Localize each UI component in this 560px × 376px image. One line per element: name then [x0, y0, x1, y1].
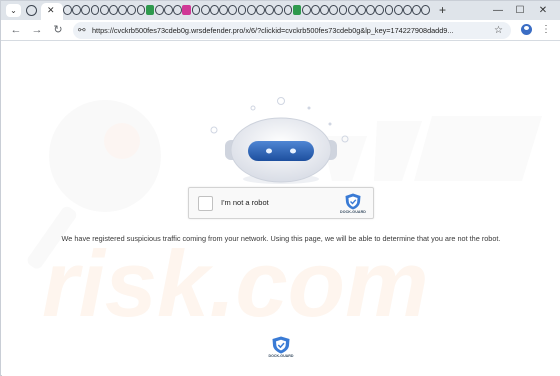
close-tab-icon[interactable]: ✕	[47, 4, 55, 17]
browser-toolbar: ← → ↻ ⚯ https://cvckrb500fes73cdeb0g.wrs…	[1, 20, 560, 41]
spinner-favicon-icon[interactable]	[63, 5, 72, 15]
spinner-favicon-icon[interactable]	[26, 5, 37, 16]
maximize-button[interactable]: ☐	[513, 3, 527, 18]
spinner-favicon-icon[interactable]	[255, 5, 265, 15]
captcha-label: I'm not a robot	[221, 198, 269, 207]
spinner-favicon-icon[interactable]	[108, 5, 118, 15]
spinner-favicon-icon[interactable]	[191, 5, 201, 15]
spinner-favicon-icon[interactable]	[136, 5, 146, 15]
spinner-favicon-icon[interactable]	[99, 5, 109, 15]
bookmark-star-icon[interactable]: ☆	[494, 24, 503, 37]
url-text[interactable]: https://cvckrb500fes73cdeb0g.wrsdefender…	[92, 25, 472, 36]
spinner-favicon-icon[interactable]	[182, 5, 192, 15]
spinner-favicon-icon[interactable]	[210, 5, 219, 15]
spinner-favicon-icon[interactable]	[393, 5, 403, 15]
spinner-favicon-icon[interactable]	[412, 5, 421, 15]
spinner-favicon-icon[interactable]	[384, 5, 394, 15]
spinner-favicon-icon[interactable]	[237, 5, 247, 15]
spinner-favicon-icon[interactable]	[347, 5, 357, 15]
spinner-favicon-icon[interactable]	[164, 5, 173, 15]
spinner-favicon-icon[interactable]	[421, 5, 431, 15]
browser-menu-button[interactable]: ⋮	[541, 23, 551, 37]
spinner-favicon-icon[interactable]	[90, 5, 100, 15]
tab-strip: ⌄ ✕ + — ☐ ✕	[1, 1, 560, 20]
spinner-favicon-icon[interactable]	[274, 5, 284, 15]
spinner-favicon-icon[interactable]	[173, 5, 183, 15]
captcha-widget: I'm not a robot DOCK-GUARD	[188, 187, 374, 219]
spinner-favicon-icon[interactable]	[219, 5, 228, 15]
spinner-favicon-icon[interactable]	[283, 5, 293, 15]
browser-window: ⌄ ✕ + — ☐ ✕ ← → ↻ ⚯ https://cvckrb500fes…	[0, 0, 560, 376]
minimize-button[interactable]: —	[491, 3, 505, 18]
new-tab-button[interactable]: +	[439, 3, 446, 18]
spinner-favicon-icon[interactable]	[72, 5, 81, 15]
page-content: risk.com I'm not a robot DOCK-GUARD We h…	[2, 41, 560, 376]
captcha-brand: DOCK-GUARD	[340, 210, 366, 214]
address-bar[interactable]: ⚯ https://cvckrb500fes73cdeb0g.wrsdefend…	[73, 22, 511, 39]
dock-guard-logo-icon	[272, 336, 290, 354]
footer-brand: DOCK-GUARD	[268, 354, 294, 358]
profile-avatar-icon[interactable]	[521, 24, 532, 35]
spinner-favicon-icon[interactable]	[154, 5, 164, 15]
dock-guard-shield-icon	[345, 193, 361, 210]
reload-button[interactable]: ↻	[51, 23, 65, 37]
spinner-favicon-icon[interactable]	[118, 5, 127, 15]
spinner-favicon-icon[interactable]	[265, 5, 274, 15]
spinner-favicon-icon[interactable]	[311, 5, 320, 15]
back-button[interactable]: ←	[9, 23, 23, 37]
spinner-favicon-icon[interactable]	[329, 5, 339, 15]
spinner-favicon-icon[interactable]	[246, 5, 256, 15]
spinner-favicon-icon[interactable]	[301, 5, 311, 15]
robot-icon	[210, 97, 349, 184]
watermark-text: risk.com	[42, 231, 429, 336]
spinner-favicon-icon[interactable]	[292, 5, 302, 15]
magnifier-watermark-icon	[49, 100, 161, 212]
spinner-favicon-icon[interactable]	[145, 5, 155, 15]
spinner-favicon-icon[interactable]	[402, 5, 412, 15]
spinner-favicon-icon[interactable]	[81, 5, 91, 15]
close-window-button[interactable]: ✕	[536, 3, 550, 18]
not-robot-checkbox[interactable]	[198, 196, 213, 211]
verification-message: We have registered suspicious traffic co…	[61, 234, 501, 243]
spinner-favicon-icon[interactable]	[320, 5, 330, 15]
spinner-favicon-icon[interactable]	[127, 5, 137, 15]
spinner-favicon-icon[interactable]	[338, 5, 348, 15]
site-info-icon[interactable]: ⚯	[78, 24, 86, 37]
chevron-down-icon[interactable]: ⌄	[6, 4, 21, 17]
tab-list[interactable]	[63, 5, 433, 16]
forward-button[interactable]: →	[30, 23, 44, 37]
spinner-favicon-icon[interactable]	[200, 5, 210, 15]
spinner-favicon-icon[interactable]	[366, 5, 375, 15]
spinner-favicon-icon[interactable]	[228, 5, 238, 15]
spinner-favicon-icon[interactable]	[375, 5, 385, 15]
spinner-favicon-icon[interactable]	[357, 5, 366, 15]
